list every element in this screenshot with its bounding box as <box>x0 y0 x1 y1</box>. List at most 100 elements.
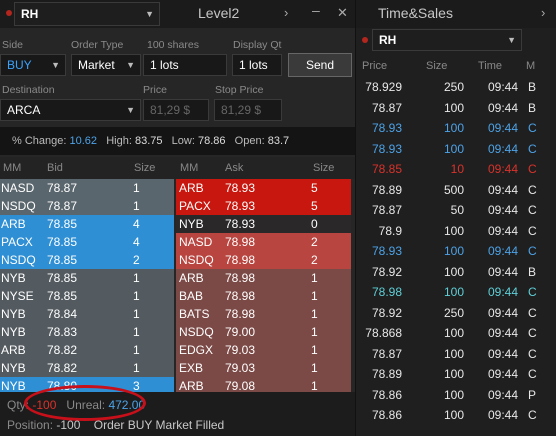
trade-row: 78.929 250 09:44 B <box>356 77 556 98</box>
bid-row[interactable]: NASD 78.87 1 <box>0 179 174 197</box>
chevron-down-icon: ▼ <box>145 9 154 19</box>
order-type-value: Market <box>78 58 115 72</box>
bid-row[interactable]: NYSE 78.85 1 <box>0 287 174 305</box>
symbol-input[interactable]: RH ▼ <box>14 2 160 26</box>
ask-row[interactable]: EDGX 79.03 1 <box>176 341 351 359</box>
link-dot-icon[interactable] <box>6 10 12 16</box>
ask-row[interactable]: ARB 78.93 5 <box>176 179 351 197</box>
trade-price: 78.868 <box>365 326 402 340</box>
bid-row[interactable]: NYB 78.83 1 <box>0 323 174 341</box>
trade-size: 100 <box>443 223 464 238</box>
bid-price: 78.85 <box>47 289 78 303</box>
close-icon[interactable]: ✕ <box>337 5 348 21</box>
trade-time: 09:44 <box>487 346 518 361</box>
highlight-ellipse <box>24 385 146 421</box>
destination-select[interactable]: ARCA ▼ <box>0 99 141 121</box>
lots-input[interactable]: 1 lots <box>143 54 227 76</box>
change-value: 10.62 <box>69 135 98 147</box>
open-label: Open: <box>234 135 265 147</box>
expand-arrow-icon[interactable]: › <box>284 5 288 20</box>
bid-price: 78.87 <box>47 181 78 195</box>
ask-row[interactable]: ARB 79.08 1 <box>176 377 351 392</box>
ask-price: 78.98 <box>225 307 256 321</box>
timesales-list: 78.929 250 09:44 B 78.87 100 09:44 B 78.93 100 09:… <box>356 77 556 436</box>
trade-size: 100 <box>443 387 464 402</box>
expand-arrow-icon[interactable]: › <box>541 5 545 20</box>
trade-price: 78.92 <box>371 305 402 320</box>
bid-row[interactable]: NYB 78.82 1 <box>0 359 174 377</box>
timesales-symbol-input[interactable]: RH ▼ <box>372 29 522 51</box>
bid-price: 78.85 <box>47 271 78 285</box>
side-label: Side <box>2 39 24 51</box>
ask-row[interactable]: BAB 78.98 1 <box>176 287 351 305</box>
chevron-down-icon: ▼ <box>126 105 135 115</box>
trade-time: 09:44 <box>487 264 518 279</box>
ask-price: 79.03 <box>225 343 256 357</box>
ask-size: 5 <box>311 181 318 195</box>
link-dot-icon[interactable] <box>362 37 368 43</box>
bid-size: 1 <box>133 181 140 195</box>
ask-price: 79.03 <box>225 361 256 375</box>
trade-price: 78.89 <box>371 182 402 197</box>
order-type-select[interactable]: Market ▼ <box>71 54 141 76</box>
bid-mm: NYSE <box>1 289 34 303</box>
trade-m: C <box>528 285 537 299</box>
ask-row[interactable]: PACX 78.93 5 <box>176 197 351 215</box>
ask-mm: NSDQ <box>179 253 214 267</box>
trade-m: C <box>528 121 537 135</box>
ask-row[interactable]: NSDQ 79.00 1 <box>176 323 351 341</box>
bid-row[interactable]: ARB 78.82 1 <box>0 341 174 359</box>
stop-price-input[interactable]: 81,29 $ <box>214 99 282 121</box>
bid-mm: NYB <box>1 271 26 285</box>
bid-mm: NYB <box>1 361 26 375</box>
trade-time: 09:44 <box>487 162 518 176</box>
open-value: 83.7 <box>267 135 290 147</box>
price-value: 81,29 $ <box>150 103 191 117</box>
lots-value: 1 lots <box>150 58 179 72</box>
ask-row[interactable]: EXB 79.03 1 <box>176 359 351 377</box>
bid-row[interactable]: NYB 78.84 1 <box>0 305 174 323</box>
send-button[interactable]: Send <box>288 53 352 77</box>
trade-m: B <box>528 100 537 115</box>
ask-row[interactable]: ARB 78.98 1 <box>176 269 351 287</box>
bid-mm: NYB <box>1 325 26 339</box>
position-label: Position: <box>7 418 54 432</box>
ask-row[interactable]: NSDQ 78.98 2 <box>176 251 351 269</box>
trade-time: 09:44 <box>487 244 518 258</box>
bid-row[interactable]: NSDQ 78.87 1 <box>0 197 174 215</box>
low-label: Low: <box>171 135 195 147</box>
ask-mm: BATS <box>179 307 210 321</box>
bid-row[interactable]: PACX 78.85 4 <box>0 233 174 251</box>
ask-mm: PACX <box>179 199 211 213</box>
price-input[interactable]: 81,29 $ <box>143 99 209 121</box>
status-message: Order BUY Market Filled <box>93 418 225 432</box>
trade-price: 78.87 <box>371 203 402 217</box>
ask-row[interactable]: NASD 78.98 2 <box>176 233 351 251</box>
bid-row[interactable]: NSDQ 78.85 2 <box>0 251 174 269</box>
order-type-label: Order Type <box>71 39 124 51</box>
trade-row: 78.87 100 09:44 B <box>356 98 556 119</box>
bid-row[interactable]: ARB 78.85 4 <box>0 215 174 233</box>
bid-mm: ARB <box>1 217 26 231</box>
display-qty-label: Display Qt <box>233 39 282 51</box>
trade-row: 78.92 100 09:44 B <box>356 262 556 283</box>
trade-m: C <box>528 367 537 381</box>
ask-row[interactable]: BATS 78.98 1 <box>176 305 351 323</box>
ask-size: 2 <box>311 235 318 249</box>
trade-m: C <box>528 326 537 340</box>
trade-row: 78.868 100 09:44 C <box>356 323 556 344</box>
bid-mm-header: MM <box>3 162 22 174</box>
minimize-icon[interactable]: – <box>312 2 320 18</box>
bid-size: 1 <box>133 307 140 321</box>
bid-price: 78.85 <box>47 217 78 231</box>
bid-row[interactable]: NYB 78.85 1 <box>0 269 174 287</box>
trade-size: 100 <box>443 346 464 361</box>
trade-size: 100 <box>443 367 464 381</box>
destination-value: ARCA <box>7 103 41 117</box>
side-select[interactable]: BUY ▼ <box>0 54 66 76</box>
display-qty-input[interactable]: 1 lots <box>232 54 282 76</box>
trade-price: 78.85 <box>371 162 402 176</box>
ask-size: 1 <box>311 271 318 285</box>
trade-price: 78.92 <box>371 264 402 279</box>
ask-row[interactable]: NYB 78.93 0 <box>176 215 351 233</box>
